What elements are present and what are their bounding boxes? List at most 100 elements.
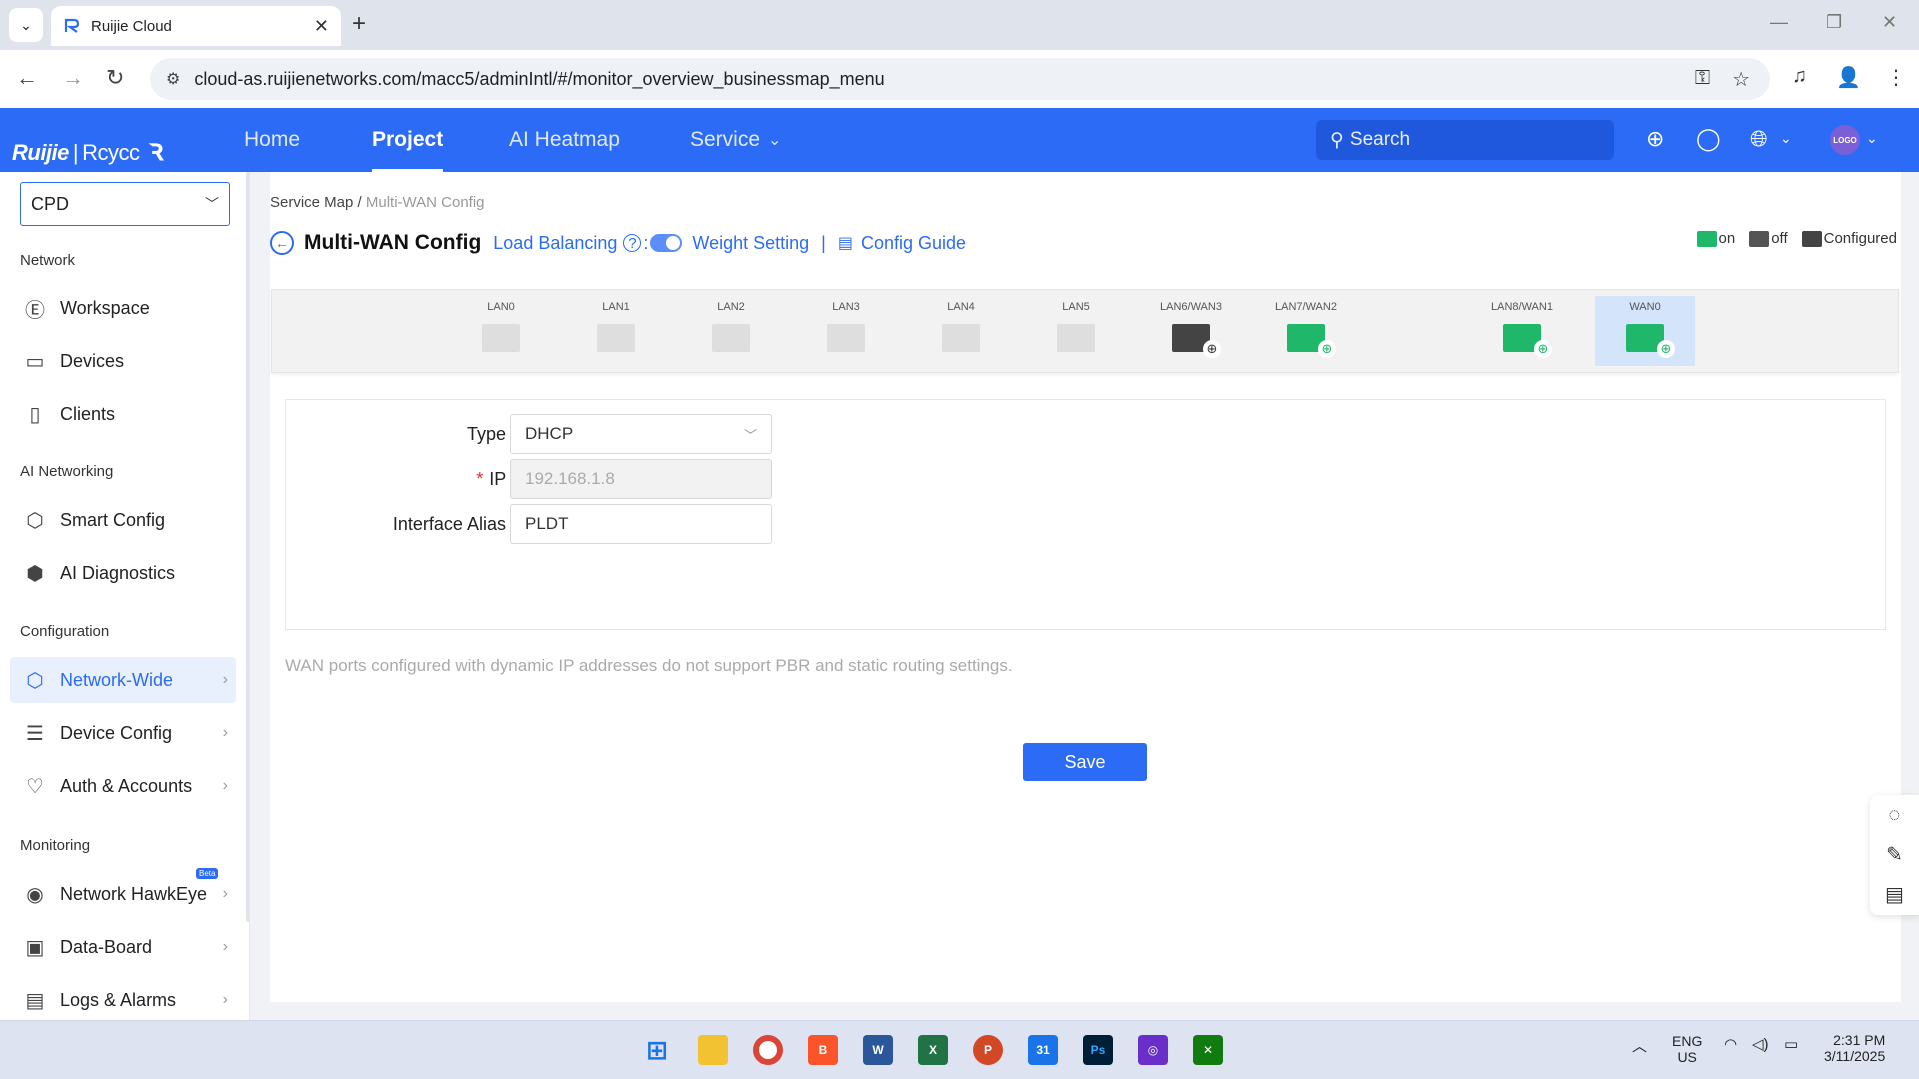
sidebar-item-device-config[interactable]: ☰ Device Config › — [10, 710, 236, 756]
port-lan2[interactable]: LAN2 — [681, 290, 781, 360]
search-input[interactable]: ⚲ Search — [1316, 120, 1614, 160]
monitor-chart-icon: ▣ — [25, 936, 45, 959]
breadcrumb-current: Multi-WAN Config — [365, 194, 485, 211]
excel-icon[interactable]: X — [918, 1035, 948, 1065]
devices-icon: ▭ — [25, 350, 45, 373]
close-tab-icon[interactable]: ✕ — [314, 16, 329, 37]
reload-icon[interactable]: ↻ — [106, 65, 124, 91]
sidebar-item-workspace[interactable]: Ⓔ Workspace — [10, 285, 236, 331]
profile-icon[interactable]: 👤 — [1836, 65, 1861, 90]
chevron-down-icon[interactable]: ⌄ — [1780, 130, 1792, 147]
shield-heart-icon: ♡ — [26, 775, 44, 798]
brave-icon[interactable]: B — [808, 1035, 838, 1065]
nav-service[interactable]: Service ⌄ — [690, 108, 781, 172]
port-lan1[interactable]: LAN1 — [566, 290, 666, 360]
close-window-icon[interactable]: ✕ — [1882, 12, 1897, 33]
sidebar-item-smart-config[interactable]: ⬡ Smart Config — [10, 497, 236, 543]
back-circle-icon[interactable]: ← — [270, 231, 294, 255]
legend-configured-swatch — [1801, 230, 1822, 247]
chat-support-icon[interactable]: ◌ — [1870, 795, 1919, 835]
xbox-icon[interactable]: ✕ — [1193, 1035, 1223, 1065]
chat-icon[interactable]: ◯ — [1696, 126, 1721, 152]
back-arrow-icon[interactable]: ← — [16, 65, 38, 91]
tab-search-button[interactable]: ⌄ — [9, 8, 43, 42]
calendar-icon[interactable]: 31 — [1028, 1035, 1058, 1065]
alias-row: Interface Alias : PLDT — [286, 504, 886, 544]
sidebar-scrollbar[interactable] — [246, 172, 250, 922]
ip-row: *IP : 192.168.1.8 — [286, 459, 886, 499]
nav-home[interactable]: Home — [244, 108, 300, 172]
port-lan3[interactable]: LAN3 — [796, 290, 896, 360]
smart-config-icon: ⬡ — [26, 509, 44, 532]
sidebar-item-devices[interactable]: ▭ Devices — [10, 338, 236, 384]
interface-alias-input[interactable]: PLDT — [510, 504, 772, 544]
load-balancing-link[interactable]: Load Balancing — [493, 233, 617, 254]
battery-icon[interactable]: ▭ — [1784, 1035, 1798, 1053]
logo-mark-icon: ꝛ — [149, 134, 163, 167]
minimize-icon[interactable]: — — [1770, 12, 1788, 33]
weight-setting-link[interactable]: Weight Setting — [692, 233, 809, 254]
globe-icon: ⊕ — [1318, 340, 1336, 358]
ethernet-port-icon — [597, 324, 635, 352]
word-icon[interactable]: W — [863, 1035, 893, 1065]
restore-icon[interactable]: ❐ — [1826, 12, 1842, 33]
port-lan0[interactable]: LAN0 — [451, 290, 551, 360]
new-tab-button[interactable]: + — [352, 10, 366, 38]
app-header: Ruijie | Rcycc ꝛ Home Project AI Heatmap S… — [0, 108, 1919, 172]
chrome-icon[interactable] — [753, 1035, 783, 1065]
wan-form-card: Type : DHCP﹀ *IP : 192.168.1.8 Interface… — [285, 399, 1886, 630]
key-icon[interactable]: ⚿ — [1695, 67, 1710, 92]
windows-start-icon[interactable]: ⊞ — [642, 1035, 672, 1065]
nav-project[interactable]: Project — [372, 108, 444, 172]
type-select[interactable]: DHCP ﹀ — [510, 414, 772, 454]
avatar[interactable]: LOGO — [1830, 125, 1860, 155]
nav-ai-heatmap[interactable]: AI Heatmap — [509, 108, 620, 172]
language-indicator[interactable]: ENG US — [1672, 1033, 1702, 1065]
photoshop-icon[interactable]: Ps — [1083, 1035, 1113, 1065]
sidebar-item-data-board[interactable]: ▣ Data-Board › — [10, 924, 236, 970]
chevron-up-icon[interactable]: ︿ — [1632, 1035, 1647, 1056]
feedback-icon[interactable]: ✎ — [1870, 835, 1919, 875]
more-menu-icon[interactable]: ⋮ — [1886, 65, 1906, 90]
port-lan8-wan1[interactable]: LAN8/WAN1 ⊕ — [1472, 290, 1572, 360]
ruijie-logo[interactable]: Ruijie | Rcycc ꝛ — [12, 128, 163, 169]
project-select[interactable]: CPD ﹀ — [20, 182, 230, 226]
globe-language-icon[interactable]: 🌐︎ — [1750, 126, 1768, 152]
site-settings-icon[interactable]: ⚙ — [166, 69, 180, 89]
help-icon[interactable]: ? — [623, 234, 642, 252]
forward-arrow-icon[interactable]: → — [62, 65, 84, 91]
logo-text: Ruijie — [12, 140, 69, 165]
sidebar-item-network-wide[interactable]: ⬡ Network-Wide › — [10, 657, 236, 703]
sidebar-item-clients[interactable]: ▯ Clients — [10, 391, 236, 437]
port-wan0[interactable]: WAN0 ⊕ — [1595, 296, 1695, 366]
wifi-icon[interactable]: ◠ — [1724, 1035, 1737, 1053]
breadcrumb-service-map[interactable]: Service Map / — [270, 194, 362, 211]
config-guide-link[interactable]: Config Guide — [861, 233, 966, 254]
globe-icon: ⊕ — [1203, 340, 1221, 358]
sidebar-item-logs-alarms[interactable]: ▤ Logs & Alarms › — [10, 977, 236, 1023]
port-lan7-wan2[interactable]: LAN7/WAN2 ⊕ — [1256, 290, 1356, 360]
bookmark-star-icon[interactable]: ☆ — [1732, 67, 1750, 92]
add-circle-icon[interactable]: ⊕ — [1646, 126, 1664, 152]
clock[interactable]: 2:31 PM 3/11/2025 — [1824, 1032, 1885, 1064]
powerpoint-icon[interactable]: P — [973, 1035, 1003, 1065]
sidebar: CPD ﹀ Network Ⓔ Workspace ▭ Devices ▯ Clien… — [0, 172, 250, 1020]
sidebar-item-auth-accounts[interactable]: ♡ Auth & Accounts › — [10, 763, 236, 809]
port-lan4[interactable]: LAN4 — [911, 290, 1011, 360]
load-balancing-toggle[interactable] — [650, 234, 683, 252]
chevron-down-icon: ⌄ — [768, 132, 782, 149]
chevron-down-icon[interactable]: ⌄ — [1866, 130, 1878, 147]
browser-tab[interactable]: Ruijie Cloud ✕ — [51, 6, 341, 46]
chevron-right-icon: › — [222, 991, 228, 1008]
app-icon[interactable]: ◎ — [1138, 1035, 1168, 1065]
speaker-icon[interactable]: ◁) — [1752, 1035, 1769, 1053]
clipboard-icon[interactable]: ▤ — [1870, 875, 1919, 915]
media-control-icon[interactable]: ♫ — [1792, 65, 1807, 88]
port-lan5[interactable]: LAN5 — [1026, 290, 1126, 360]
sidebar-item-ai-diagnostics[interactable]: ⬢ AI Diagnostics — [10, 550, 236, 596]
port-lan6-wan3[interactable]: LAN6/WAN3 ⊕ — [1141, 290, 1241, 360]
address-bar[interactable]: ⚙ cloud-as.ruijienetworks.com/macc5/admi… — [150, 58, 1770, 100]
file-explorer-icon[interactable] — [698, 1035, 728, 1065]
port-panel: LAN0 LAN1 LAN2 LAN3 LAN4 LAN5 LAN6/WAN3 ⊕… — [271, 289, 1899, 373]
save-button[interactable]: Save — [1023, 743, 1147, 781]
